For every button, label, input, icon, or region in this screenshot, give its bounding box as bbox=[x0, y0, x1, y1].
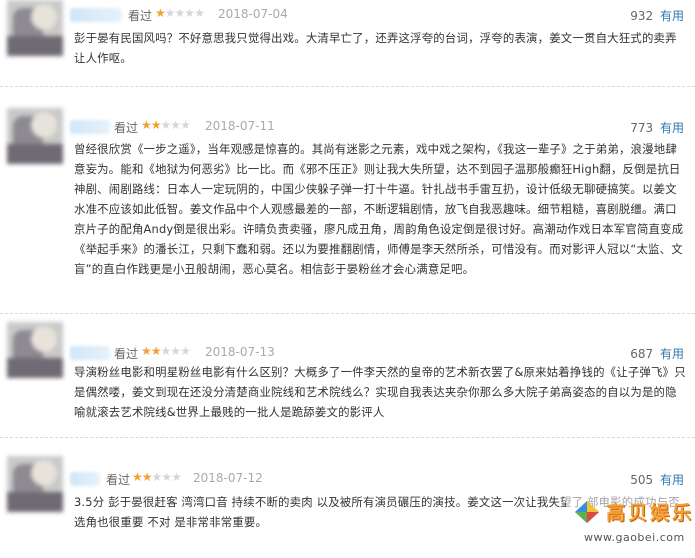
vote-area: 773 有用 bbox=[630, 119, 684, 136]
star-filled-icon: ★ bbox=[150, 344, 162, 358]
avatar[interactable] bbox=[7, 0, 63, 56]
vote-area: 687 有用 bbox=[630, 345, 684, 362]
vote-count: 932 bbox=[630, 9, 654, 23]
review-date: 2018-07-13 bbox=[205, 345, 275, 359]
useful-link[interactable]: 有用 bbox=[660, 473, 684, 487]
site-watermark: 高贝娱乐 www.gaobei.com bbox=[566, 494, 694, 556]
star-empty-icon: ★ bbox=[180, 118, 191, 132]
rating-stars: ★★★★★ bbox=[132, 470, 182, 484]
useful-link[interactable]: 有用 bbox=[660, 347, 684, 361]
star-filled-icon: ★ bbox=[155, 6, 166, 20]
useful-link[interactable]: 有用 bbox=[660, 121, 684, 135]
review-text: 导演粉丝电影和明星粉丝电影有什么区别？大概多了一件李天然的皇帝的艺术新衣罢了&原… bbox=[74, 365, 686, 419]
review-date: 2018-07-11 bbox=[205, 119, 275, 133]
star-filled-icon: ★ bbox=[150, 118, 162, 132]
review-header: user 看过 ★★★★★ 2018-07-12 505 有用 bbox=[70, 468, 690, 492]
star-empty-icon: ★ bbox=[161, 470, 172, 484]
logo-icon bbox=[575, 501, 599, 523]
star-filled-icon: ★ bbox=[141, 470, 153, 484]
avatar[interactable] bbox=[7, 108, 63, 164]
rating-stars: ★★★★★ bbox=[141, 344, 191, 358]
star-empty-icon: ★ bbox=[171, 470, 182, 484]
seen-label: 看过 bbox=[106, 473, 131, 487]
review-text: 彭于晏有民国风吗？不好意思我只觉得出戏。大清早亡了，还弄这浮夸的台词，浮夸的表演… bbox=[74, 31, 677, 65]
vote-count: 505 bbox=[630, 473, 654, 487]
username-link[interactable]: user bbox=[70, 472, 100, 486]
star-empty-icon: ★ bbox=[180, 344, 191, 358]
vote-area: 505 有用 bbox=[630, 471, 684, 488]
divider bbox=[0, 437, 695, 438]
star-empty-icon: ★ bbox=[194, 6, 205, 20]
star-empty-icon: ★ bbox=[170, 344, 181, 358]
review-header: user 看过 ★★★★★ 2018-07-11 773 有用 bbox=[70, 116, 690, 140]
username-link[interactable]: user bbox=[70, 346, 110, 360]
vote-count: 773 bbox=[630, 121, 654, 135]
star-empty-icon: ★ bbox=[174, 6, 186, 20]
seen-label: 看过 bbox=[128, 9, 153, 23]
username-link[interactable]: user bbox=[70, 120, 110, 134]
useful-link[interactable]: 有用 bbox=[660, 9, 684, 23]
logo-url: www.gaobei.com bbox=[584, 531, 685, 544]
star-empty-icon: ★ bbox=[160, 344, 172, 358]
review-header: user 看过 ★★★★★ 2018-07-04 932 有用 bbox=[70, 4, 690, 28]
rating-stars: ★★★★★ bbox=[155, 6, 205, 20]
avatar[interactable] bbox=[7, 322, 63, 378]
star-filled-icon: ★ bbox=[141, 118, 152, 132]
star-filled-icon: ★ bbox=[132, 470, 143, 484]
star-empty-icon: ★ bbox=[170, 118, 181, 132]
star-filled-icon: ★ bbox=[141, 344, 152, 358]
review-text: 曾经很欣赏《一步之遥》，当年观感是惊喜的。其尚有迷影之元素，戏中戏之架构，《我这… bbox=[74, 142, 684, 276]
star-empty-icon: ★ bbox=[151, 470, 163, 484]
star-empty-icon: ★ bbox=[164, 6, 176, 20]
logo-text: 高贝娱乐 bbox=[606, 502, 695, 524]
rating-stars: ★★★★★ bbox=[141, 118, 191, 132]
avatar[interactable] bbox=[7, 456, 63, 512]
username-link[interactable]: user bbox=[70, 8, 122, 22]
star-empty-icon: ★ bbox=[184, 6, 195, 20]
seen-label: 看过 bbox=[114, 347, 139, 361]
vote-count: 687 bbox=[630, 347, 654, 361]
review-date: 2018-07-12 bbox=[193, 471, 263, 485]
review-date: 2018-07-04 bbox=[218, 7, 288, 21]
star-empty-icon: ★ bbox=[160, 118, 172, 132]
vote-area: 932 有用 bbox=[630, 7, 684, 24]
divider bbox=[0, 313, 695, 314]
divider bbox=[0, 86, 695, 87]
seen-label: 看过 bbox=[114, 121, 139, 135]
